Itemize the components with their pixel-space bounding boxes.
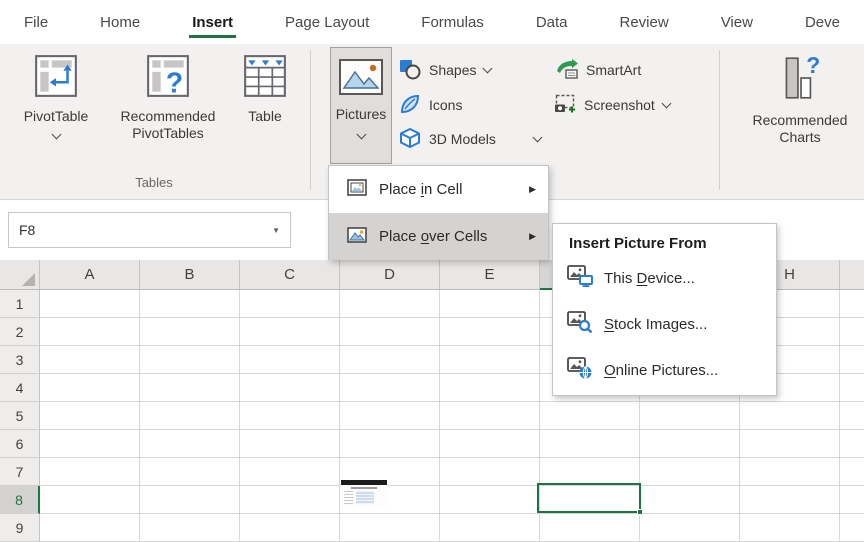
- group-divider: [310, 50, 311, 190]
- recommended-pivottables-button[interactable]: ? Recommended PivotTables: [104, 47, 232, 142]
- shapes-icon: [399, 58, 421, 83]
- column-header-d[interactable]: D: [340, 260, 440, 289]
- pictures-button[interactable]: Pictures: [330, 47, 392, 164]
- thumbnail-body: [341, 489, 387, 504]
- fill-handle[interactable]: [637, 509, 643, 515]
- tab-file[interactable]: File: [24, 14, 48, 31]
- column-header-b[interactable]: B: [140, 260, 240, 289]
- active-tab-indicator: [189, 35, 236, 38]
- thumbnail-text-lines: [344, 491, 353, 504]
- select-all-triangle-icon: [22, 273, 35, 286]
- tab-view[interactable]: View: [721, 14, 753, 31]
- svg-text:?: ?: [166, 67, 183, 99]
- recommended-charts-label: Recommended Charts: [745, 112, 855, 146]
- row-header-9[interactable]: 9: [0, 514, 40, 542]
- this-device-label: This Device...: [604, 270, 695, 287]
- pictures-dropdown-menu: Place in Cell ▶ Place over Cells ▶: [328, 165, 549, 260]
- this-device-icon: [567, 265, 593, 291]
- online-pictures-icon: [567, 357, 593, 383]
- row-header-8[interactable]: 8: [0, 486, 40, 514]
- thumbnail-titlebar: [341, 480, 387, 485]
- shapes-button[interactable]: Shapes: [399, 57, 491, 83]
- tab-page-layout[interactable]: Page Layout: [285, 14, 369, 31]
- chevron-down-icon: [532, 133, 542, 143]
- screenshot-button[interactable]: Screenshot: [554, 92, 670, 118]
- menu-item-online-pictures[interactable]: Online Pictures...: [553, 347, 776, 393]
- shapes-label: Shapes: [429, 62, 476, 78]
- row-header-6[interactable]: 6: [0, 430, 40, 458]
- place-in-cell-label: Place in Cell: [379, 181, 462, 198]
- pivottable-icon: [33, 53, 79, 103]
- tab-formulas[interactable]: Formulas: [421, 14, 484, 31]
- screenshot-icon: [554, 94, 576, 117]
- recommended-pivottables-label: Recommended PivotTables: [104, 108, 232, 142]
- tab-developer[interactable]: Deve: [805, 14, 840, 31]
- pivottable-button[interactable]: PivotTable: [10, 47, 102, 138]
- row-header-7[interactable]: 7: [0, 458, 40, 486]
- table-label: Table: [248, 108, 281, 125]
- row-header-1[interactable]: 1: [0, 290, 40, 318]
- pictures-icon: [338, 57, 384, 100]
- 3d-models-label: 3D Models: [429, 131, 496, 147]
- chevron-down-icon: [51, 130, 61, 140]
- chevron-down-icon: [661, 99, 671, 109]
- column-header-c[interactable]: C: [240, 260, 340, 289]
- smartart-label: SmartArt: [586, 62, 641, 78]
- cell-reference: F8: [19, 222, 35, 238]
- thumbnail-table-block: [356, 491, 374, 504]
- excel-window: File Home Insert Page Layout Formulas Da…: [0, 0, 864, 542]
- 3d-models-icon: [399, 127, 421, 152]
- chevron-down-icon: [356, 130, 366, 140]
- ribbon-tab-bar: File Home Insert Page Layout Formulas Da…: [0, 0, 864, 44]
- menu-item-stock-images[interactable]: Stock Images...: [553, 301, 776, 347]
- chevron-down-icon: [483, 64, 493, 74]
- menu-item-place-over-cells[interactable]: Place over Cells ▶: [329, 213, 548, 260]
- tab-home[interactable]: Home: [100, 14, 140, 31]
- place-over-cells-label: Place over Cells: [379, 228, 487, 245]
- row-header-3[interactable]: 3: [0, 346, 40, 374]
- recommended-pivottables-icon: ?: [145, 53, 191, 103]
- select-all-corner[interactable]: [0, 260, 40, 289]
- selected-cell-f8[interactable]: [537, 483, 641, 513]
- stock-images-icon: [567, 311, 593, 337]
- table-icon: [242, 53, 288, 103]
- stock-images-label: Stock Images...: [604, 316, 707, 333]
- submenu-header: Insert Picture From: [553, 224, 776, 255]
- table-button[interactable]: Table: [234, 47, 296, 125]
- place-over-cells-icon: [347, 227, 367, 247]
- pictures-label: Pictures: [336, 106, 387, 122]
- svg-text:?: ?: [806, 53, 820, 78]
- insert-picture-submenu: Insert Picture From This Device...: [552, 223, 777, 396]
- submenu-arrow-icon: ▶: [529, 184, 536, 195]
- menu-item-this-device[interactable]: This Device...: [553, 255, 776, 301]
- row-header-5[interactable]: 5: [0, 402, 40, 430]
- online-pictures-label: Online Pictures...: [604, 362, 718, 379]
- 3d-models-button[interactable]: 3D Models: [399, 126, 541, 152]
- column-header-e[interactable]: E: [440, 260, 540, 289]
- menu-item-place-in-cell[interactable]: Place in Cell ▶: [329, 166, 548, 213]
- tab-review[interactable]: Review: [620, 14, 669, 31]
- screenshot-label: Screenshot: [584, 97, 655, 113]
- name-box[interactable]: F8 ▼: [8, 212, 291, 248]
- recommended-charts-icon: ?: [779, 53, 821, 107]
- tab-data[interactable]: Data: [536, 14, 568, 31]
- tab-insert[interactable]: Insert: [192, 14, 233, 31]
- recommended-charts-button[interactable]: ? Recommended Charts: [732, 47, 864, 146]
- group-divider: [719, 50, 720, 190]
- place-in-cell-icon: [347, 179, 367, 200]
- submenu-arrow-icon: ▶: [529, 231, 536, 242]
- name-box-dropdown-icon[interactable]: ▼: [272, 226, 280, 235]
- row-header-2[interactable]: 2: [0, 318, 40, 346]
- column-header-a[interactable]: A: [40, 260, 140, 289]
- row-header-4[interactable]: 4: [0, 374, 40, 402]
- smartart-icon: [556, 59, 578, 82]
- tables-group-label: Tables: [0, 175, 308, 190]
- pivottable-label: PivotTable: [24, 108, 89, 125]
- icons-label: Icons: [429, 97, 462, 113]
- icons-button[interactable]: Icons: [399, 92, 462, 118]
- embedded-image-thumbnail[interactable]: [341, 480, 387, 506]
- tab-insert-label: Insert: [192, 14, 233, 31]
- smartart-button[interactable]: SmartArt: [556, 57, 641, 83]
- icons-icon: [399, 93, 421, 118]
